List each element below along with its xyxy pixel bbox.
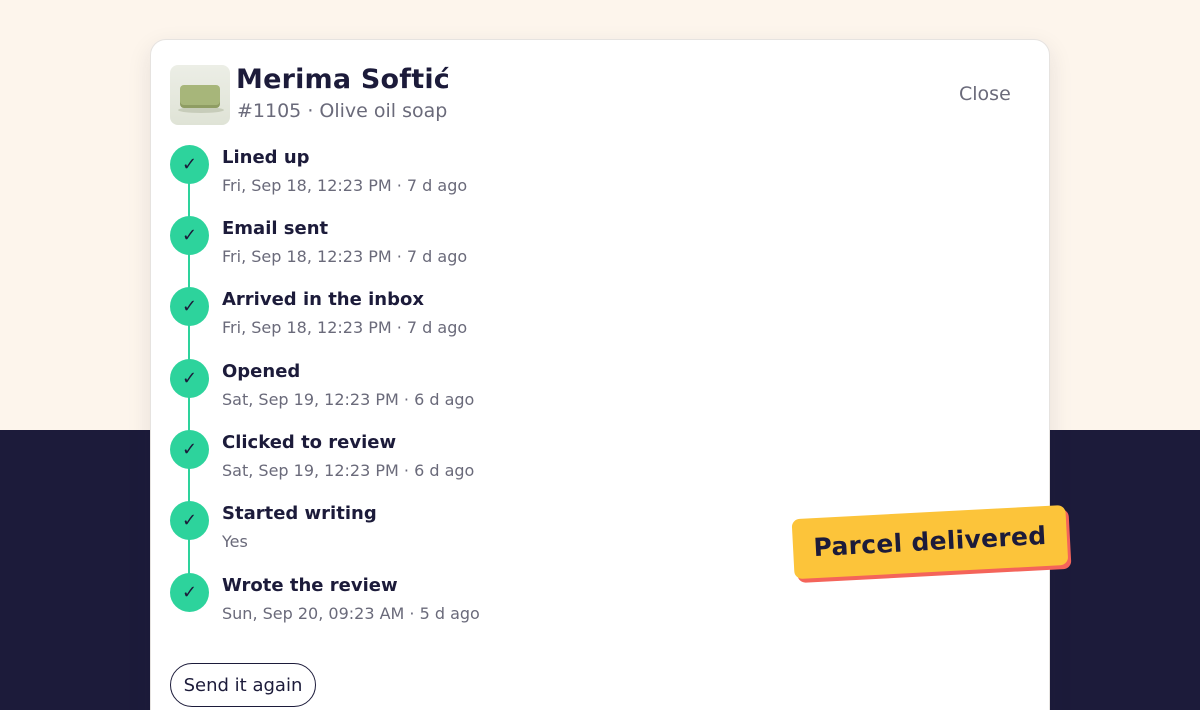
step-title: Email sent	[222, 218, 329, 239]
step-title: Opened	[222, 361, 301, 382]
step-timestamp: Fri, Sep 18, 12:23 PM · 7 d ago	[222, 176, 468, 195]
check-icon: ✓	[170, 287, 209, 326]
soap-shadow	[178, 107, 224, 113]
step-title: Arrived in the inbox	[222, 289, 424, 310]
step-timestamp: Sat, Sep 19, 12:23 PM · 6 d ago	[222, 461, 475, 480]
timeline-step-lined-up: ✓ Lined up Fri, Sep 18, 12:23 PM · 7 d a…	[170, 141, 770, 201]
step-timestamp: Fri, Sep 18, 12:23 PM · 7 d ago	[222, 318, 468, 337]
step-timestamp: Sat, Sep 19, 12:23 PM · 6 d ago	[222, 390, 475, 409]
close-button[interactable]: Close	[959, 83, 1011, 105]
send-again-button[interactable]: Send it again	[170, 663, 316, 707]
order-subtitle: #1105 · Olive oil soap	[237, 100, 448, 122]
check-icon: ✓	[170, 145, 209, 184]
check-icon: ✓	[170, 216, 209, 255]
product-thumbnail	[170, 65, 230, 125]
soap-bar-image	[180, 85, 220, 105]
step-title: Wrote the review	[222, 575, 398, 596]
timeline-step-clicked-to-review: ✓ Clicked to review Sat, Sep 19, 12:23 P…	[170, 426, 770, 486]
check-icon: ✓	[170, 501, 209, 540]
check-icon: ✓	[170, 573, 209, 612]
step-timestamp: Sun, Sep 20, 09:23 AM · 5 d ago	[222, 604, 480, 623]
step-timestamp: Yes	[222, 532, 248, 551]
check-icon: ✓	[170, 430, 209, 469]
timeline-step-arrived-inbox: ✓ Arrived in the inbox Fri, Sep 18, 12:2…	[170, 283, 770, 343]
review-request-card: Merima Softić #1105 · Olive oil soap Clo…	[150, 39, 1050, 710]
step-timestamp: Fri, Sep 18, 12:23 PM · 7 d ago	[222, 247, 468, 266]
customer-name: Merima Softić	[236, 64, 451, 95]
parcel-delivered-sticker: Parcel delivered	[791, 504, 1072, 584]
check-icon: ✓	[170, 359, 209, 398]
timeline-step-opened: ✓ Opened Sat, Sep 19, 12:23 PM · 6 d ago	[170, 355, 770, 415]
timeline-step-email-sent: ✓ Email sent Fri, Sep 18, 12:23 PM · 7 d…	[170, 212, 770, 272]
step-title: Clicked to review	[222, 432, 397, 453]
step-title: Started writing	[222, 503, 377, 524]
timeline-step-wrote-review: ✓ Wrote the review Sun, Sep 20, 09:23 AM…	[170, 569, 770, 629]
step-title: Lined up	[222, 147, 310, 168]
timeline-step-started-writing: ✓ Started writing Yes	[170, 497, 770, 557]
